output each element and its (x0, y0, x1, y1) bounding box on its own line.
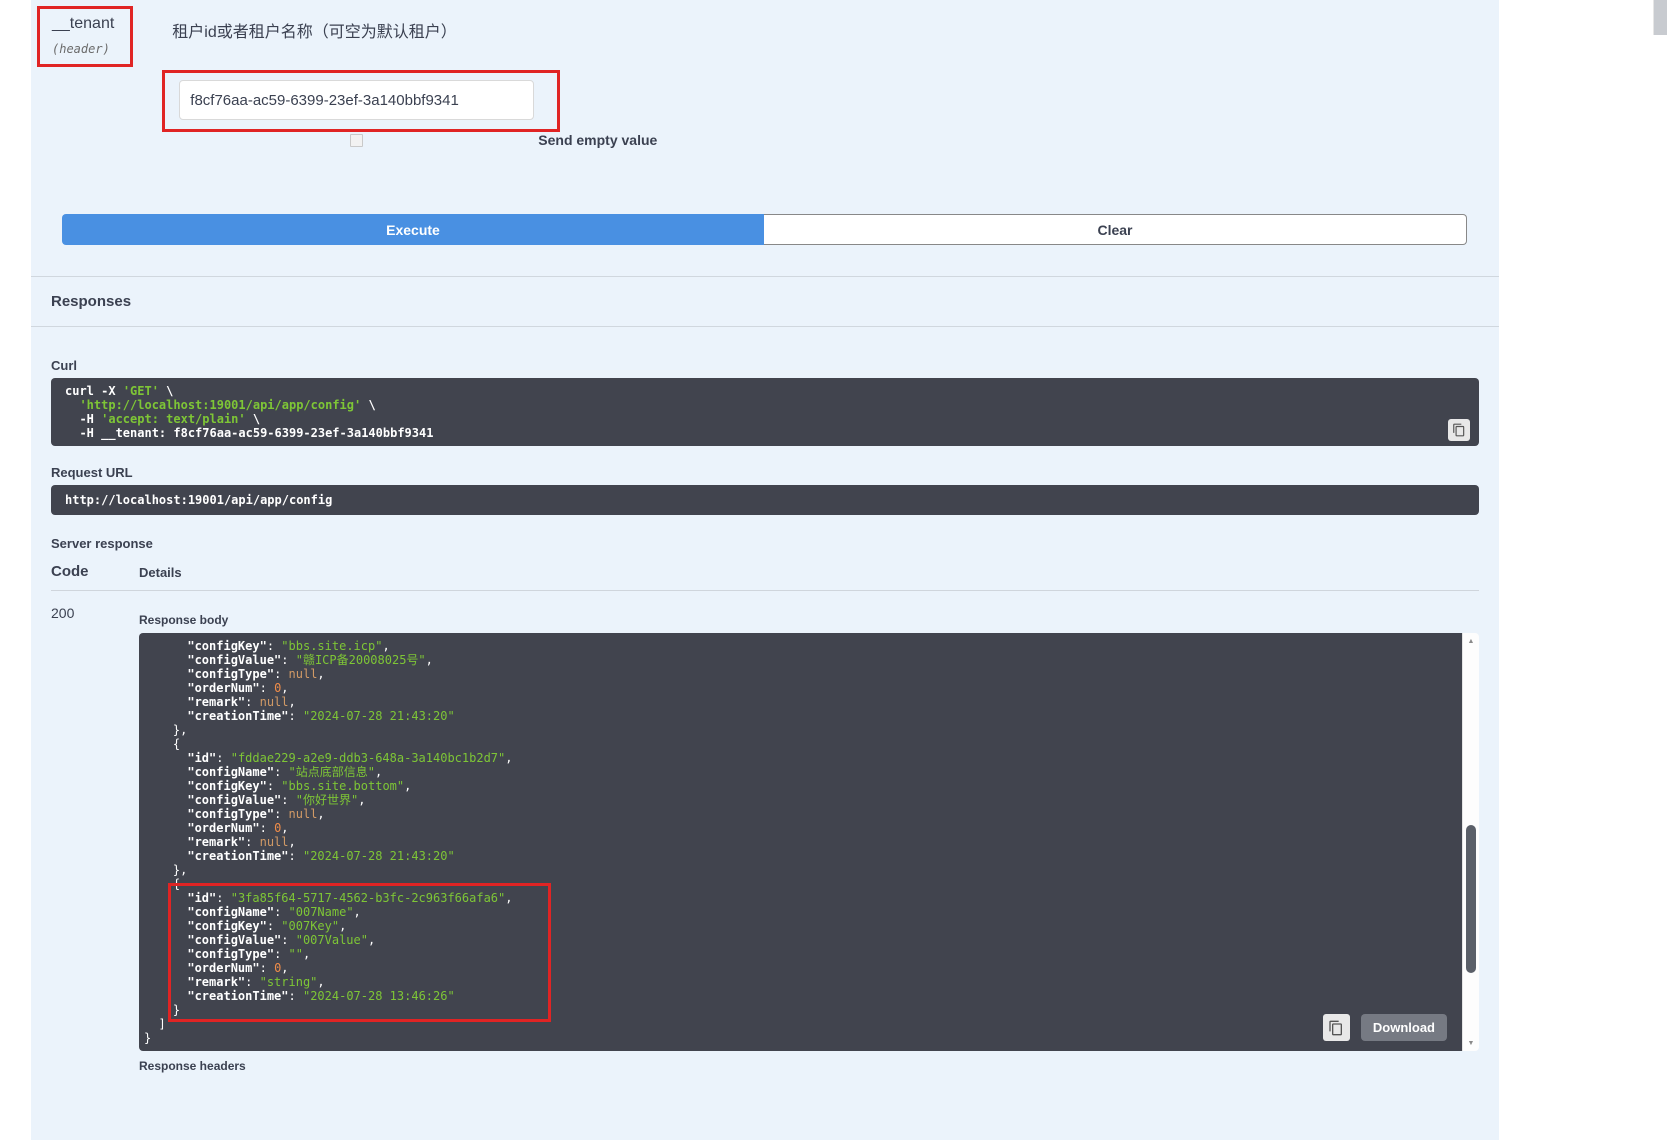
response-row: 200 Response body "configKey": "bbs.site… (51, 591, 1479, 1079)
response-scrollbar[interactable]: ▲ ▼ (1462, 633, 1479, 1051)
status-code: 200 (51, 605, 139, 1079)
scrollbar-thumb[interactable] (1466, 825, 1476, 973)
curl-command-block: curl -X 'GET' \ 'http://localhost:19001/… (51, 378, 1479, 446)
curl-code-lines: curl -X 'GET' \ 'http://localhost:19001/… (65, 384, 1439, 440)
tenant-input[interactable] (179, 80, 534, 120)
download-button[interactable]: Download (1361, 1014, 1447, 1041)
response-body-lines-before: "configKey": "bbs.site.icp", "configValu… (144, 639, 1448, 877)
response-headers-label: Response headers (139, 1059, 1479, 1073)
response-body-label: Response body (139, 613, 1479, 627)
response-body-lines-highlighted: { "id": "3fa85f64-5717-4562-b3fc-2c963f6… (144, 877, 1448, 1017)
curl-label: Curl (51, 358, 1479, 373)
responses-header: Responses (31, 276, 1499, 327)
scrollbar-down-arrow[interactable]: ▼ (1463, 1035, 1479, 1051)
parameters-section: __tenant (header) 租户id或者租户名称（可空为默认租户） Se… (31, 0, 1499, 148)
response-table-header: Code Details (51, 563, 1479, 591)
responses-title: Responses (51, 293, 1479, 310)
server-response-label: Server response (51, 536, 1479, 551)
request-url-block: http://localhost:19001/api/app/config (51, 485, 1479, 515)
param-location: (header) (52, 42, 114, 56)
param-input-annotation-box (162, 70, 560, 132)
response-actions: Download (1323, 1014, 1447, 1041)
details-column-header: Details (139, 563, 182, 580)
send-empty-label: Send empty value (538, 132, 657, 148)
request-url: http://localhost:19001/api/app/config (65, 493, 332, 507)
send-empty-checkbox[interactable] (350, 134, 363, 147)
response-body-wrap: "configKey": "bbs.site.icp", "configValu… (139, 633, 1479, 1051)
response-details: Response body "configKey": "bbs.site.icp… (139, 605, 1479, 1079)
clear-button[interactable]: Clear (764, 214, 1467, 245)
param-value-cell: 租户id或者租户名称（可空为默认租户） Send empty value (172, 6, 657, 148)
execute-button[interactable]: Execute (62, 214, 764, 245)
send-empty-row: Send empty value (172, 132, 657, 148)
responses-section: Curl curl -X 'GET' \ 'http://localhost:1… (31, 327, 1499, 1099)
operation-panel: __tenant (header) 租户id或者租户名称（可空为默认租户） Se… (31, 0, 1499, 1140)
param-name-annotation-box: __tenant (header) (37, 6, 133, 67)
response-body-block: "configKey": "bbs.site.icp", "configValu… (139, 633, 1462, 1051)
scrollbar-up-arrow[interactable]: ▲ (1463, 633, 1479, 649)
response-body-lines-after: ]} (144, 1017, 1448, 1045)
execute-row: Execute Clear (62, 214, 1467, 245)
code-column-header: Code (51, 563, 139, 580)
clipboard-icon (1452, 423, 1466, 437)
copy-curl-button[interactable] (1448, 419, 1470, 441)
clipboard-icon (1328, 1020, 1344, 1036)
param-name: __tenant (52, 15, 114, 33)
request-url-label: Request URL (51, 465, 1479, 480)
browser-scrollbar-thumb[interactable] (1653, 0, 1667, 35)
param-description: 租户id或者租户名称（可空为默认租户） (172, 18, 657, 42)
copy-response-button[interactable] (1323, 1014, 1350, 1041)
